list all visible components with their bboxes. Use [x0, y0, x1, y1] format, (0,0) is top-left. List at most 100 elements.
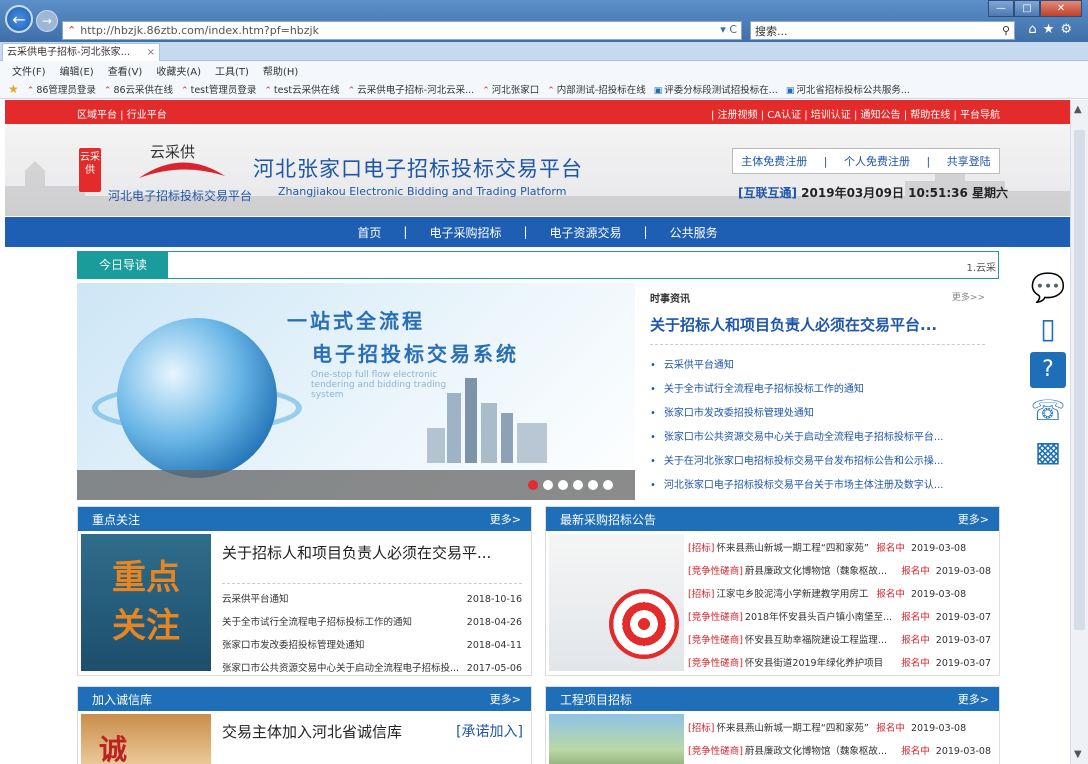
- browser-tab[interactable]: 云采供电子招标-河北张家... ×: [2, 43, 160, 61]
- menu-file[interactable]: 文件(F): [12, 63, 46, 78]
- page-viewport: 区域平台 | 行业平台 | 注册视频 | CA认证 | 培训认证 | 通知公告 …: [5, 100, 1070, 764]
- nav-public-service[interactable]: 公共服务: [670, 224, 718, 241]
- focus-more-link[interactable]: 更多>: [490, 511, 521, 527]
- menu-bar: 文件(F) 编辑(E) 查看(V) 收藏夹(A) 工具(T) 帮助(H): [0, 61, 1088, 80]
- news-item[interactable]: 河北张家口电子招标投标交易平台关于市场主体注册及数字认...: [650, 474, 985, 498]
- commit-join-link[interactable]: [承诺加入]: [456, 721, 523, 741]
- close-button[interactable]: ✕: [1040, 0, 1082, 17]
- list-item[interactable]: 关于全市试行全流程电子招标投标工作的通知 2018-04-26: [222, 611, 522, 634]
- menu-help[interactable]: 帮助(H): [263, 63, 298, 78]
- target-image: [549, 534, 684, 671]
- star-icon[interactable]: ★: [1043, 22, 1061, 37]
- news-headline[interactable]: 关于招标人和项目负责人必须在交易平台...: [650, 314, 985, 345]
- phone-icon[interactable]: ☏: [1030, 393, 1066, 429]
- menu-favorites[interactable]: 收藏夹(A): [156, 63, 201, 78]
- main-nav: 首页 | 电子采购招标 | 电子资源交易 | 公共服务: [5, 217, 1070, 247]
- menu-view[interactable]: 查看(V): [108, 63, 143, 78]
- search-icon[interactable]: ⚲: [1002, 24, 1010, 37]
- browser-search-input[interactable]: 搜索... ⚲: [750, 21, 1015, 40]
- scroll-up-icon[interactable]: ▲: [1074, 104, 1082, 115]
- bid-row[interactable]: [招标] 江家屯乡胶泥湾小学新建教学用房工程 报名中 2019-03-08: [688, 583, 991, 606]
- news-more-link[interactable]: 更多>>: [952, 290, 985, 305]
- credit-more-link[interactable]: 更多>: [490, 691, 521, 707]
- nav-divider: |: [643, 225, 648, 239]
- news-item[interactable]: 云采供平台通知: [650, 354, 985, 378]
- favorite-link[interactable]: ⌃ 河北张家口: [482, 82, 539, 96]
- globe-image: [117, 318, 277, 478]
- favorite-link[interactable]: ⌃ test管理员登录: [181, 82, 256, 96]
- favorite-link[interactable]: ⌃ 内部测试-招投标在线: [547, 82, 645, 96]
- help-icon[interactable]: ?: [1030, 352, 1066, 388]
- buildings-image: [549, 714, 684, 764]
- news-item[interactable]: 张家口市发改委招投标管理处通知: [650, 402, 985, 426]
- list-item[interactable]: 张家口市发改委招投标管理处通知 2018-04-11: [222, 634, 522, 657]
- bids-more-link[interactable]: 更多>: [958, 511, 989, 527]
- scroll-down-icon[interactable]: ▼: [1074, 749, 1082, 760]
- utility-links[interactable]: | 注册视频 | CA认证 | 培训认证 | 通知公告 | 帮助在线 | 平台导…: [711, 106, 1000, 121]
- news-item[interactable]: 关于在河北张家口电招标投标交易平台发布招标公告和公示操...: [650, 450, 985, 474]
- nav-divider: |: [523, 225, 528, 239]
- nav-resources[interactable]: 电子资源交易: [550, 224, 622, 241]
- credit-title: 加入诚信库: [92, 692, 153, 707]
- slide-dot[interactable]: [558, 480, 568, 490]
- bid-row[interactable]: [竞争性磋商] 蔚县廉政文化博物馆（魏象枢故... 报名中 2019-03-08: [688, 560, 991, 583]
- slide-dot[interactable]: [588, 480, 598, 490]
- interconnect-link[interactable]: [互联互通]: [738, 186, 797, 200]
- nav-home[interactable]: 首页: [357, 224, 381, 241]
- focus-image[interactable]: 重点 关注: [81, 534, 211, 671]
- guide-marquee[interactable]: 1.云采: [966, 259, 996, 274]
- favorite-link[interactable]: ⌃ 86管理员登录: [27, 82, 96, 96]
- app-icon[interactable]: ▯: [1030, 311, 1066, 347]
- slide-dot[interactable]: [603, 480, 613, 490]
- menu-tools[interactable]: 工具(T): [215, 63, 249, 78]
- news-item[interactable]: 关于全市试行全流程电子招标投标工作的通知: [650, 378, 985, 402]
- scroll-thumb[interactable]: [1074, 130, 1085, 630]
- menu-edit[interactable]: 编辑(E): [60, 63, 94, 78]
- bid-row[interactable]: [竞争性磋商] 怀安县互助幸福院建设工程监理... 报名中 2019-03-07: [688, 629, 991, 652]
- favorite-link[interactable]: ⌃ 86云采供在线: [104, 82, 173, 96]
- favorite-link[interactable]: ▣ 评委分标段测试招投标在...: [654, 82, 778, 96]
- refresh-icon[interactable]: ▾ C: [720, 23, 737, 36]
- news-item[interactable]: 张家口市公共资源交易中心关于启动全流程电子招标投标平台...: [650, 426, 985, 450]
- divider: |: [926, 154, 931, 168]
- bid-row[interactable]: [竞争性磋商] 2018年怀安县头百户镇小南堡至... 报名中 2019-03-07: [688, 606, 991, 629]
- chart-icon[interactable]: ▩: [1030, 434, 1066, 470]
- logo-subtitle[interactable]: 河北电子招标投标交易平台: [108, 187, 252, 204]
- credit-headline[interactable]: 交易主体加入河北省诚信库: [222, 721, 402, 742]
- minimize-button[interactable]: —: [988, 0, 1014, 17]
- slide-dot[interactable]: [543, 480, 553, 490]
- favorite-link[interactable]: ⌃ test云采供在线: [264, 82, 339, 96]
- bid-row[interactable]: [竞争性磋商] 蔚县廉政文化博物馆（魏象枢故... 报名中 2019-03-08: [688, 740, 991, 763]
- list-item[interactable]: 云采供平台通知 2018-10-16: [222, 588, 522, 611]
- page-scrollbar[interactable]: ▲ ▼: [1070, 100, 1088, 764]
- back-arrow-icon[interactable]: ←: [5, 5, 33, 33]
- url-text[interactable]: http://hbzjk.86ztb.com/index.htm?pf=hbzj…: [80, 24, 319, 37]
- person-register-link[interactable]: 个人免费注册: [844, 153, 910, 169]
- bid-row[interactable]: [招标] 怀来县燕山新城一期工程“四和家苑”... 报名中 2019-03-08: [688, 537, 991, 560]
- chat-icon[interactable]: 💬: [1030, 270, 1066, 306]
- gear-icon[interactable]: ⚙: [1060, 22, 1078, 37]
- toolbar-icons: ⌂★⚙: [1028, 22, 1078, 37]
- home-icon[interactable]: ⌂: [1028, 22, 1042, 37]
- hero-banner[interactable]: 一站式全流程 电子招投标交易系统 One-stop full flow elec…: [77, 283, 635, 500]
- org-register-link[interactable]: 主体免费注册: [741, 153, 807, 169]
- maximize-button[interactable]: □: [1014, 0, 1040, 17]
- list-item[interactable]: 张家口市公共资源交易中心关于启动全流程电子招标投... 2017-05-06: [222, 657, 522, 680]
- focus-headline[interactable]: 关于招标人和项目负责人必须在交易平...: [222, 542, 491, 563]
- nav-procurement[interactable]: 电子采购招标: [429, 224, 501, 241]
- forward-arrow-icon[interactable]: →: [36, 10, 58, 32]
- credit-image: 诚: [81, 714, 211, 764]
- favorite-link[interactable]: ▣ 河北省招标投标公共服务...: [786, 82, 910, 96]
- tab-close-icon[interactable]: ×: [147, 44, 155, 61]
- bid-row[interactable]: [招标] 怀来县燕山新城一期工程“四和家苑”... 报名中 2019-03-08: [688, 717, 991, 740]
- slide-dot[interactable]: [573, 480, 583, 490]
- favorite-link[interactable]: ⌃ 云采供电子招标-河北云采...: [348, 82, 475, 96]
- address-bar[interactable]: ⌃ http://hbzjk.86ztb.com/index.htm?pf=hb…: [62, 21, 742, 40]
- target-icon: [609, 589, 679, 659]
- bid-row[interactable]: [竞争性磋商] 怀安县街道2019年绿化养护项目 报名中 2019-03-07: [688, 652, 991, 675]
- favorites-star-icon[interactable]: ★: [8, 82, 19, 96]
- slide-dot[interactable]: [528, 480, 538, 490]
- projects-more-link[interactable]: 更多>: [958, 691, 989, 707]
- shared-login-link[interactable]: 共享登陆: [947, 153, 991, 169]
- platform-links[interactable]: 区域平台 | 行业平台: [77, 106, 167, 121]
